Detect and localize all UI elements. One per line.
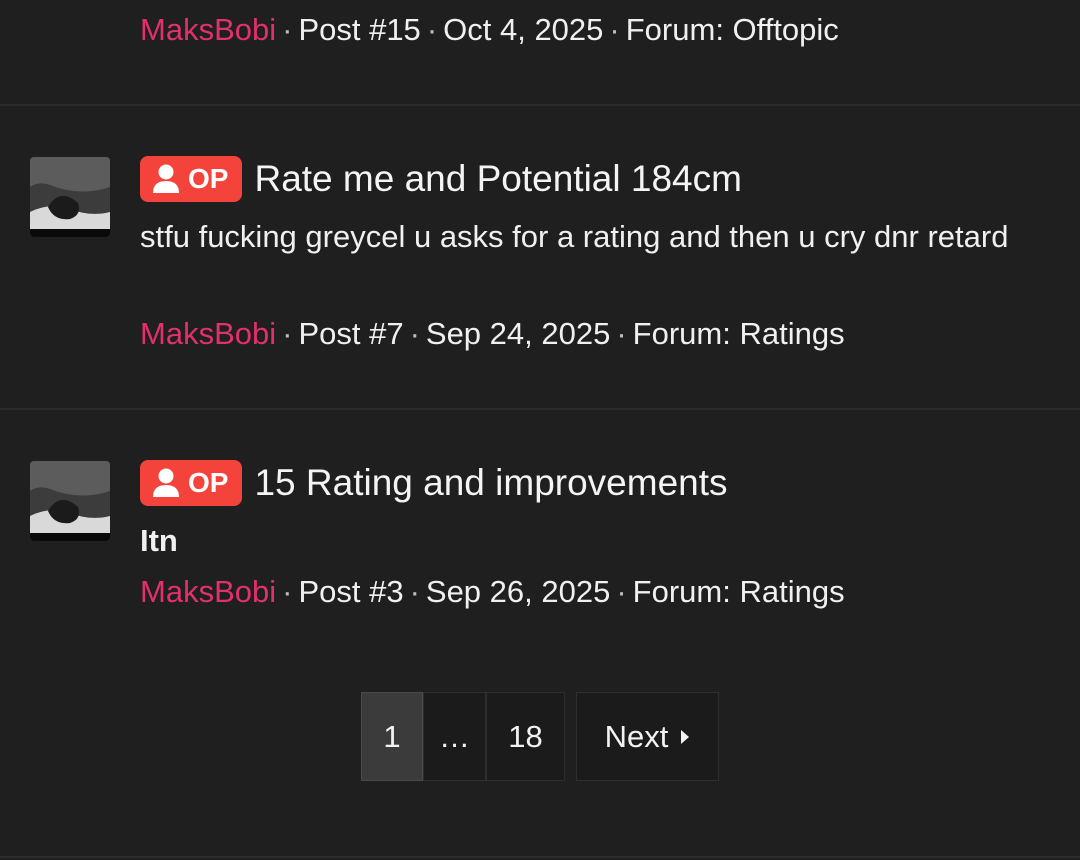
thread-title-link[interactable]: Rate me and Potential 184cm <box>254 158 741 200</box>
pagination: 1 … 18 Next <box>361 692 719 781</box>
avatar[interactable] <box>30 157 110 237</box>
result-title-row: OP 15 Rating and improvements <box>140 459 728 507</box>
op-label: OP <box>188 163 229 194</box>
op-badge: OP <box>140 460 243 506</box>
author-link[interactable]: MaksBobi <box>140 316 276 351</box>
post-number[interactable]: Post #7 <box>298 316 403 351</box>
result-meta: MaksBobi · Post #3 · Sep 26, 2025 · Forum: Rat… <box>140 574 845 610</box>
page-button-last[interactable]: 18 <box>486 692 565 781</box>
meta-separator: · <box>609 12 620 47</box>
meta-separator: · <box>282 316 293 351</box>
meta-separator: · <box>409 574 420 609</box>
meta-separator: · <box>616 574 627 609</box>
next-page-button[interactable]: Next <box>576 692 719 781</box>
result-meta: MaksBobi · Post #7 · Sep 24, 2025 · Forum: Rat… <box>140 316 845 352</box>
post-date: Sep 24, 2025 <box>425 316 611 351</box>
avatar[interactable] <box>30 461 110 541</box>
post-date: Sep 26, 2025 <box>425 574 611 609</box>
result-title-row: OP Rate me and Potential 184cm <box>140 155 742 203</box>
post-snippet[interactable]: Itn <box>140 519 1020 563</box>
forum-link[interactable]: Forum: Ratings <box>633 316 845 351</box>
caret-right-icon <box>681 729 690 744</box>
meta-separator: · <box>282 574 293 609</box>
forum-link[interactable]: Forum: Ratings <box>633 574 845 609</box>
op-badge: OP <box>140 156 243 202</box>
thread-title-link[interactable]: 15 Rating and improvements <box>254 462 727 504</box>
op-label: OP <box>188 467 229 498</box>
meta-separator: · <box>409 316 420 351</box>
user-icon <box>153 468 179 497</box>
meta-separator: · <box>616 316 627 351</box>
page-ellipsis[interactable]: … <box>423 692 486 781</box>
next-label: Next <box>604 718 669 754</box>
post-number[interactable]: Post #15 <box>298 12 420 47</box>
forum-link[interactable]: Forum: Offtopic <box>626 12 839 47</box>
post-snippet[interactable]: stfu fucking greycel u asks for a rating… <box>140 215 1020 259</box>
author-link[interactable]: MaksBobi <box>140 574 276 609</box>
meta-separator: · <box>426 12 438 47</box>
meta-separator: · <box>282 12 293 47</box>
page-button-current[interactable]: 1 <box>361 692 423 781</box>
result-divider <box>0 408 1080 410</box>
author-link[interactable]: MaksBobi <box>140 12 276 47</box>
page-divider <box>0 856 1080 858</box>
post-number[interactable]: Post #3 <box>298 574 403 609</box>
post-date: Oct 4, 2025 <box>443 12 604 47</box>
result-meta: MaksBobi · Post #15 · Oct 4, 2025 · Forum: Off… <box>140 12 839 48</box>
result-divider <box>0 104 1080 106</box>
user-icon <box>153 164 179 193</box>
